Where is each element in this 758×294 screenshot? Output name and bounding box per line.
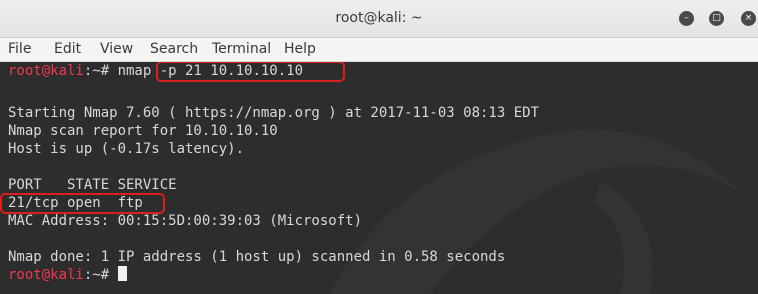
close-icon[interactable]: × (741, 11, 756, 26)
cursor (117, 266, 127, 281)
prompt-path-2: :~# (83, 267, 118, 283)
menu-terminal[interactable]: Terminal (212, 41, 271, 57)
maximize-icon[interactable]: □ (709, 11, 724, 26)
command-highlight-box (156, 62, 345, 82)
output-line-host: Host is up (-0.17s latency). (8, 141, 245, 157)
menu-bar: File Edit View Search Terminal Help (0, 38, 758, 62)
menu-file[interactable]: File (8, 41, 31, 57)
prompt-path: :~# (83, 63, 118, 79)
prompt-user: root@kali (8, 63, 84, 79)
title-bar[interactable]: root@kali: ~ – □ × (0, 0, 758, 38)
window-title: root@kali: ~ (335, 10, 423, 26)
terminal-window: root@kali: ~ – □ × File Edit View Search… (0, 0, 758, 294)
output-line-done: Nmap done: 1 IP address (1 host up) scan… (8, 249, 506, 265)
minimize-icon[interactable]: – (679, 11, 694, 26)
prompt-line: root@kali:~# (8, 266, 127, 284)
menu-search[interactable]: Search (150, 41, 198, 57)
menu-edit[interactable]: Edit (54, 41, 81, 57)
output-line-mac: MAC Address: 00:15:5D:00:39:03 (Microsof… (8, 213, 363, 229)
menu-help[interactable]: Help (284, 41, 316, 57)
prompt-user-2: root@kali (8, 267, 84, 283)
output-line-start: Starting Nmap 7.60 ( https://nmap.org ) … (8, 105, 540, 121)
output-line-header: PORT STATE SERVICE (8, 177, 177, 193)
port-highlight-box (0, 193, 165, 214)
menu-view[interactable]: View (100, 41, 133, 57)
output-line-report: Nmap scan report for 10.10.10.10 (8, 123, 278, 139)
terminal-area[interactable]: root@kali:~# nmap -p 21 10.10.10.10 Star… (0, 62, 758, 294)
